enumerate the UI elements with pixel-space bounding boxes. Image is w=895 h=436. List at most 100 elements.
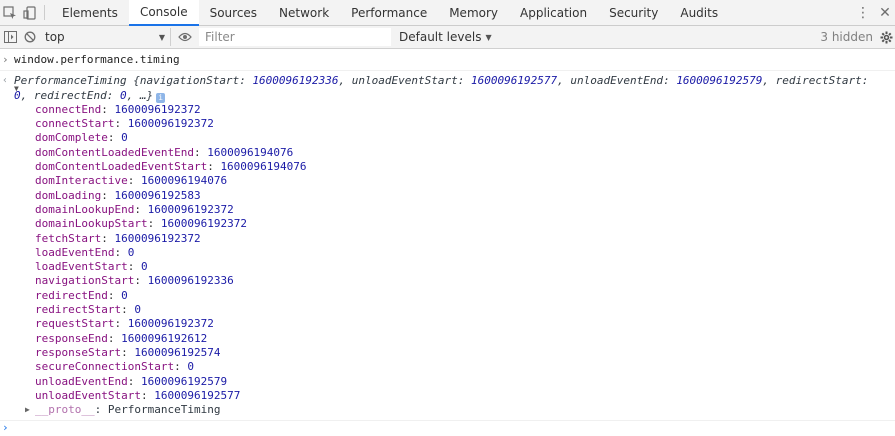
device-toolbar-icon[interactable] (20, 0, 40, 25)
property-row[interactable]: redirectStart: 0 (35, 303, 895, 317)
property-row[interactable]: domLoading: 1600096192583 (35, 189, 895, 203)
message-divider (0, 70, 895, 72)
property-key: domLoading (35, 188, 102, 202)
property-row[interactable]: connectEnd: 1600096192372 (35, 103, 895, 117)
proto-row[interactable]: ▶ __proto__: PerformanceTiming (0, 403, 895, 417)
property-row[interactable]: connectStart: 1600096192372 (35, 117, 895, 131)
property-key: domainLookupEnd (35, 202, 135, 216)
context-selector[interactable]: top ▼ (40, 28, 171, 46)
summary-value: 1600096192579 (676, 74, 763, 88)
collapsed-triangle-icon[interactable]: ▶ (25, 403, 30, 417)
property-key: responseStart (35, 345, 122, 359)
property-row[interactable]: unloadEventStart: 1600096192577 (35, 389, 895, 403)
console-result[interactable]: ‹ ▼ PerformanceTiming {navigationStart: … (0, 74, 895, 103)
gear-icon[interactable] (877, 31, 895, 44)
tab-elements[interactable]: Elements (51, 0, 129, 25)
property-list: connectEnd: 1600096192372 connectStart: 1… (0, 103, 895, 403)
info-icon[interactable]: i (156, 92, 166, 103)
property-key: responseEnd (35, 331, 108, 345)
prompt-chevron-icon: › (2, 421, 9, 435)
property-value: 1600096192579 (140, 374, 228, 388)
property-row[interactable]: unloadEventEnd: 1600096192579 (35, 375, 895, 389)
property-row[interactable]: domContentLoadedEventEnd: 1600096194076 (35, 146, 895, 160)
property-row[interactable]: domainLookupStart: 1600096192372 (35, 217, 895, 231)
property-value: 1600096192583 (114, 188, 201, 202)
property-key: domInteractive (35, 174, 128, 188)
property-key: connectStart (35, 117, 115, 131)
expanded-triangle-icon[interactable]: ▼ (14, 82, 19, 96)
property-row[interactable]: responseEnd: 1600096192612 (35, 332, 895, 346)
property-key: loadEventStart (35, 260, 128, 274)
summary-key: unloadEventEnd (570, 74, 664, 88)
property-row[interactable]: domInteractive: 1600096194076 (35, 174, 895, 188)
property-value: 0 (134, 303, 141, 317)
tab-security[interactable]: Security (598, 0, 669, 25)
property-value: 1600096194076 (140, 174, 228, 188)
result-arrow-icon: ‹ (2, 75, 9, 87)
context-label: top (45, 30, 65, 44)
sidebar-toggle-icon[interactable] (0, 26, 20, 48)
property-row[interactable]: loadEventEnd: 0 (35, 246, 895, 260)
property-value: 1600096192574 (134, 345, 221, 359)
console-command: window.performance.timing (14, 53, 180, 66)
console-prompt[interactable]: › (0, 421, 895, 435)
property-value: 1600096194076 (207, 145, 294, 159)
more-options-icon[interactable]: ⋮ (851, 5, 875, 21)
property-row[interactable]: requestStart: 1600096192372 (35, 317, 895, 331)
tabbar-divider (44, 5, 45, 20)
inspect-element-icon[interactable] (0, 0, 20, 25)
tab-sources[interactable]: Sources (199, 0, 268, 25)
console-output: › window.performance.timing ‹ ▼ Performa… (0, 49, 895, 435)
clear-console-icon[interactable] (20, 26, 40, 48)
property-row[interactable]: responseStart: 1600096192574 (35, 346, 895, 360)
hidden-messages-count: 3 hidden (820, 30, 873, 44)
property-value: 0 (121, 288, 128, 302)
property-row[interactable]: domainLookupEnd: 1600096192372 (35, 203, 895, 217)
chevron-down-icon: ▼ (158, 32, 165, 42)
property-value: 1600096192372 (114, 102, 201, 116)
proto-key: __proto__ (35, 403, 95, 417)
property-key: redirectEnd (35, 288, 108, 302)
property-key: domainLookupStart (35, 217, 148, 231)
console-input-line: › window.performance.timing (0, 53, 895, 67)
property-row[interactable]: navigationStart: 1600096192336 (35, 274, 895, 288)
property-row[interactable]: fetchStart: 1600096192372 (35, 232, 895, 246)
summary-value: 1600096192336 (252, 74, 339, 88)
tab-memory[interactable]: Memory (438, 0, 509, 25)
property-key: fetchStart (35, 231, 102, 245)
property-value: 0 (121, 131, 128, 145)
property-row[interactable]: domContentLoadedEventStart: 160009619407… (35, 160, 895, 174)
property-value: 1600096192372 (127, 317, 214, 331)
property-value: 1600096192336 (147, 274, 234, 288)
property-key: secureConnectionStart (35, 360, 175, 374)
tab-network[interactable]: Network (268, 0, 340, 25)
tab-performance[interactable]: Performance (340, 0, 438, 25)
summary-value: 0 (119, 88, 127, 102)
chevron-down-icon: ▼ (485, 32, 492, 42)
tab-console[interactable]: Console (128, 0, 199, 26)
property-key: loadEventEnd (35, 245, 115, 259)
property-key: unloadEventEnd (35, 374, 128, 388)
property-key: connectEnd (35, 102, 102, 116)
close-icon[interactable]: ✕ (875, 5, 895, 21)
summary-key: redirectStart (775, 74, 862, 88)
property-key: redirectStart (35, 303, 122, 317)
live-expression-eye-icon[interactable] (175, 26, 195, 48)
log-levels-dropdown[interactable]: Default levels ▼ (399, 28, 492, 46)
filter-input[interactable] (199, 28, 391, 46)
log-levels-label: Default levels (399, 30, 482, 44)
property-row[interactable]: loadEventStart: 0 (35, 260, 895, 274)
summary-key: redirectEnd (33, 88, 107, 102)
tab-application[interactable]: Application (509, 0, 598, 25)
property-row[interactable]: redirectEnd: 0 (35, 289, 895, 303)
property-row[interactable]: secureConnectionStart: 0 (35, 360, 895, 374)
property-value: 1600096192612 (121, 331, 208, 345)
property-row[interactable]: domComplete: 0 (35, 131, 895, 145)
object-summary[interactable]: PerformanceTiming {navigationStart: 1600… (14, 74, 884, 103)
property-value: 1600096192372 (160, 217, 247, 231)
property-key: navigationStart (35, 274, 135, 288)
property-key: domContentLoadedEventEnd (35, 145, 194, 159)
property-value: 1600096192372 (147, 202, 234, 216)
property-value: 1600096192372 (114, 231, 201, 245)
tab-audits[interactable]: Audits (669, 0, 729, 25)
